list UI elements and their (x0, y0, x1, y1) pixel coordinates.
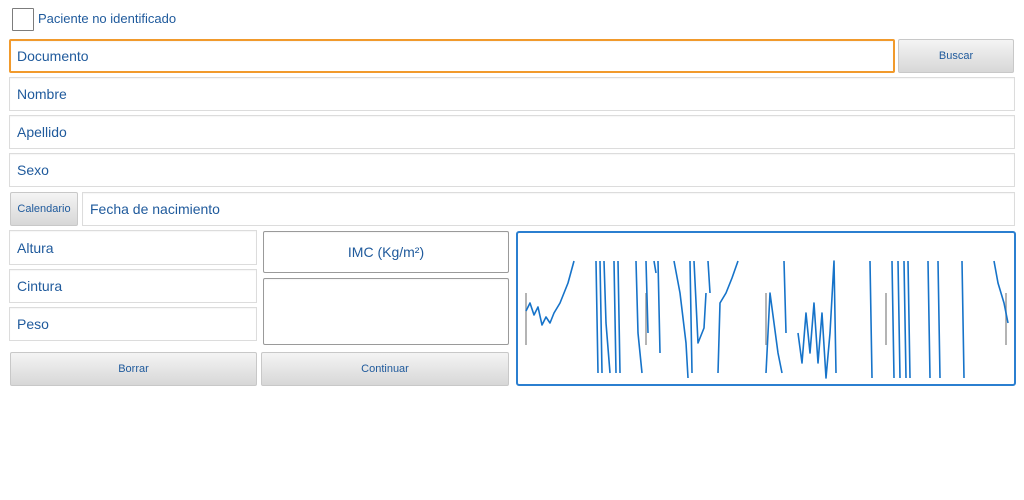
waist-placeholder: Cintura (17, 278, 63, 294)
name-placeholder: Nombre (17, 86, 67, 102)
name-field[interactable]: Nombre (9, 77, 1015, 111)
document-placeholder: Documento (17, 48, 89, 64)
document-field[interactable]: Documento (9, 39, 895, 73)
waist-field[interactable]: Cintura (9, 269, 257, 303)
imc-label-box: IMC (Kg/m²) (263, 231, 509, 273)
imc-value-box (263, 278, 509, 345)
surname-field[interactable]: Apellido (9, 115, 1015, 149)
search-button[interactable]: Buscar (898, 39, 1014, 73)
sex-placeholder: Sexo (17, 162, 49, 178)
weight-placeholder: Peso (17, 316, 49, 332)
unidentified-patient-label: Paciente no identificado (38, 11, 177, 26)
birthdate-field[interactable]: Fecha de nacimiento (82, 192, 1015, 226)
calendar-button[interactable]: Calendario (10, 192, 78, 226)
signal-waveform (525, 260, 1009, 379)
clear-button[interactable]: Borrar (10, 352, 257, 386)
height-field[interactable]: Altura (9, 230, 257, 265)
continue-button[interactable]: Continuar (261, 352, 509, 386)
sex-field[interactable]: Sexo (9, 153, 1015, 187)
imc-label: IMC (Kg/m²) (347, 244, 425, 260)
unidentified-patient-checkbox[interactable] (12, 8, 34, 31)
height-placeholder: Altura (17, 239, 54, 256)
birthdate-placeholder: Fecha de nacimiento (90, 201, 220, 217)
weight-field[interactable]: Peso (9, 307, 257, 341)
signal-waveform-panel (516, 231, 1016, 386)
surname-placeholder: Apellido (17, 124, 67, 140)
